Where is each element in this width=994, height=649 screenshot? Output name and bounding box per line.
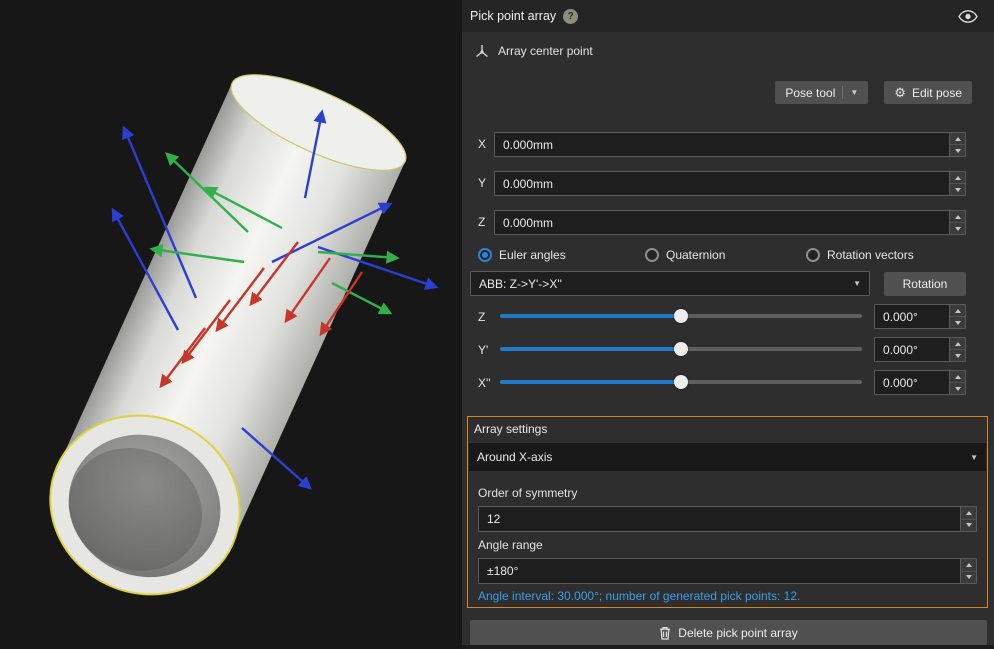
- radio-circle: [645, 248, 659, 262]
- radio-label: Rotation vectors: [827, 248, 914, 262]
- y-input[interactable]: 0.000mm: [494, 171, 966, 196]
- angle-range-input[interactable]: ±180°: [478, 558, 977, 584]
- x-double-prime-slider-label: X'': [478, 376, 491, 390]
- radio-euler-angles[interactable]: Euler angles: [478, 248, 566, 262]
- x-spinner[interactable]: [949, 133, 965, 156]
- y-spinner[interactable]: [949, 172, 965, 195]
- z-input[interactable]: 0.000mm: [494, 210, 966, 235]
- rotation-button[interactable]: Rotation: [884, 272, 966, 296]
- array-center-point-section: Array center point: [474, 40, 593, 62]
- app-window: Pick point array ? Array center point Po…: [0, 0, 994, 649]
- button-divider: [842, 86, 843, 99]
- radio-rotation-vectors[interactable]: Rotation vectors: [806, 248, 914, 262]
- pose-tool-label: Pose tool: [785, 86, 835, 100]
- angle-range-spinner[interactable]: [960, 559, 976, 583]
- z-value: 0.000mm: [495, 211, 949, 234]
- euler-convention-dropdown[interactable]: ABB: Z->Y'->X'' ▼: [470, 271, 870, 296]
- z-rotation-value: 0.000°: [875, 305, 949, 328]
- order-spinner[interactable]: [960, 507, 976, 531]
- y-prime-rotation-input[interactable]: 0.000°: [874, 337, 966, 362]
- order-of-symmetry-input[interactable]: 12: [478, 506, 977, 532]
- array-axis-value: Around X-axis: [477, 450, 552, 464]
- y-prime-slider-label: Y': [478, 343, 488, 357]
- slider-handle[interactable]: [674, 309, 688, 323]
- section-label: Array center point: [498, 44, 593, 58]
- delete-button-label: Delete pick point array: [678, 626, 797, 640]
- chevron-down-icon: ▼: [970, 453, 978, 462]
- radio-quaternion[interactable]: Quaternion: [645, 248, 725, 262]
- array-settings-group: Array settings Around X-axis ▼ Order of …: [467, 416, 988, 608]
- order-of-symmetry-label: Order of symmetry: [478, 486, 577, 500]
- order-of-symmetry-value: 12: [479, 507, 960, 531]
- z-rotation-slider[interactable]: [500, 308, 862, 324]
- visibility-toggle[interactable]: [958, 10, 978, 23]
- x-input[interactable]: 0.000mm: [494, 132, 966, 157]
- z-spinner[interactable]: [949, 211, 965, 234]
- viewport-scene: [0, 0, 462, 649]
- delete-pick-point-array-button[interactable]: Delete pick point array: [470, 620, 987, 645]
- z-slider-label: Z: [478, 310, 485, 324]
- slider-handle[interactable]: [674, 342, 688, 356]
- y-prime-rotation-spinner[interactable]: [949, 338, 965, 361]
- angle-interval-info: Angle interval: 30.000°; number of gener…: [478, 589, 800, 603]
- euler-convention-value: ABB: Z->Y'->X'': [479, 277, 562, 291]
- pick-point-array-panel: Pick point array ? Array center point Po…: [462, 0, 994, 649]
- z-rotation-spinner[interactable]: [949, 305, 965, 328]
- eye-icon: [958, 10, 978, 23]
- radio-circle: [806, 248, 820, 262]
- x-double-prime-rotation-value: 0.000°: [875, 371, 949, 394]
- edit-pose-icon: ⚙: [894, 86, 906, 99]
- chevron-down-icon: ▼: [853, 279, 861, 288]
- radio-circle: [478, 248, 492, 262]
- z-rotation-input[interactable]: 0.000°: [874, 304, 966, 329]
- panel-bottom-strip: [462, 645, 994, 649]
- array-axis-dropdown[interactable]: Around X-axis ▼: [469, 443, 986, 471]
- panel-header: Pick point array ?: [462, 0, 994, 32]
- array-center-point-icon: [474, 43, 490, 59]
- array-settings-title: Array settings: [474, 422, 547, 436]
- pose-buttons-row: Pose tool ▼ ⚙ Edit pose: [775, 81, 972, 104]
- viewport-3d[interactable]: [0, 0, 462, 649]
- x-double-prime-rotation-slider[interactable]: [500, 374, 862, 390]
- x-double-prime-rotation-input[interactable]: 0.000°: [874, 370, 966, 395]
- x-double-prime-rotation-spinner[interactable]: [949, 371, 965, 394]
- rotation-button-label: Rotation: [903, 277, 948, 291]
- x-value: 0.000mm: [495, 133, 949, 156]
- y-prime-rotation-value: 0.000°: [875, 338, 949, 361]
- radio-label: Euler angles: [499, 248, 566, 262]
- angle-range-value: ±180°: [479, 559, 960, 583]
- y-prime-rotation-slider[interactable]: [500, 341, 862, 357]
- angle-range-label: Angle range: [478, 538, 543, 552]
- edit-pose-button[interactable]: ⚙ Edit pose: [884, 81, 972, 104]
- help-icon[interactable]: ?: [563, 9, 578, 24]
- slider-handle[interactable]: [674, 375, 688, 389]
- edit-pose-label: Edit pose: [912, 86, 962, 100]
- panel-title: Pick point array: [470, 9, 556, 23]
- trash-icon: [659, 626, 671, 640]
- pose-tool-button[interactable]: Pose tool ▼: [775, 81, 868, 104]
- chevron-down-icon: ▼: [850, 88, 858, 97]
- radio-label: Quaternion: [666, 248, 725, 262]
- y-value: 0.000mm: [495, 172, 949, 195]
